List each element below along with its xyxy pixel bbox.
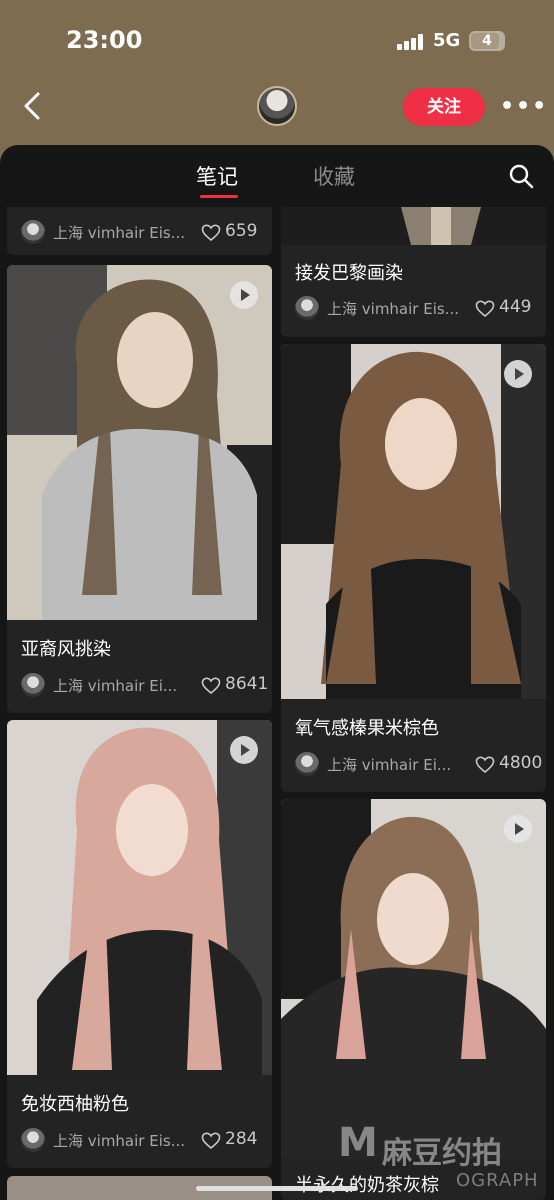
video-play-icon: [230, 281, 258, 309]
heart-icon[interactable]: [475, 299, 495, 319]
profile-avatar[interactable]: [257, 86, 297, 126]
heart-icon[interactable]: [201, 223, 221, 243]
note-card[interactable]: 亚裔风挑染 上海 vimhair Ei... 8641: [7, 265, 272, 713]
note-card[interactable]: 上海 vimhair Eis... 659: [7, 207, 272, 255]
card-meta: 上海 vimhair Eis... 449: [295, 296, 535, 322]
note-cover-image: [281, 207, 546, 245]
note-cover-image: [281, 799, 546, 1159]
watermark-subtext: OGRAPH: [456, 1170, 539, 1191]
top-nav: 关注 •••: [0, 80, 554, 145]
network-type: 5G: [433, 30, 461, 51]
video-play-icon: [230, 736, 258, 764]
active-tab-indicator: [200, 195, 238, 198]
video-play-icon: [504, 815, 532, 843]
heart-icon[interactable]: [201, 1131, 221, 1151]
author-name[interactable]: 上海 vimhair Ei...: [327, 754, 451, 775]
author-name[interactable]: 上海 vimhair Eis...: [327, 298, 459, 319]
note-cover-image: [7, 265, 272, 620]
author-avatar[interactable]: [295, 752, 319, 776]
note-card[interactable]: 接发巴黎画染 上海 vimhair Eis... 449: [281, 207, 546, 337]
note-title: 免妆西柚粉色: [21, 1094, 129, 1115]
author-avatar[interactable]: [295, 296, 319, 320]
tab-notes[interactable]: 笔记: [196, 161, 238, 191]
content-panel: 笔记 收藏 上海 vimhair Eis... 659 亚裔风挑染 上海 vim…: [0, 145, 554, 1200]
author-name[interactable]: 上海 vimhair Eis...: [53, 1130, 185, 1151]
note-card[interactable]: 氧气感榛果米棕色 上海 vimhair Ei... 4800: [281, 344, 546, 792]
back-arrow-icon[interactable]: [18, 90, 50, 122]
like-count: 449: [499, 297, 532, 317]
heart-icon[interactable]: [475, 755, 495, 775]
author-name[interactable]: 上海 vimhair Ei...: [53, 675, 177, 696]
watermark-text: 麻豆约拍: [382, 1136, 502, 1171]
like-count: 8641: [225, 674, 269, 694]
note-cover-image: [7, 720, 272, 1075]
watermark: M 麻豆约拍 OGRAPH: [330, 1120, 554, 1200]
like-count: 284: [225, 1129, 258, 1149]
author-avatar[interactable]: [21, 673, 45, 697]
like-count: 659: [225, 221, 258, 241]
author-avatar[interactable]: [21, 1128, 45, 1152]
battery-icon: 4: [469, 31, 505, 51]
more-options-icon[interactable]: •••: [500, 94, 548, 119]
tab-bar: 笔记 收藏: [0, 145, 554, 207]
tab-favorites[interactable]: 收藏: [313, 161, 355, 191]
note-title: 氧气感榛果米棕色: [295, 718, 439, 739]
card-meta: 上海 vimhair Ei... 4800: [295, 752, 542, 778]
signal-icon: [397, 34, 425, 50]
card-meta: 上海 vimhair Eis... 284: [21, 1128, 261, 1154]
note-title: 亚裔风挑染: [21, 639, 111, 660]
card-meta: 上海 vimhair Eis... 659: [21, 220, 261, 246]
like-count: 4800: [499, 753, 543, 773]
home-indicator: [196, 1186, 358, 1191]
watermark-logo: M: [338, 1120, 378, 1166]
follow-button[interactable]: 关注: [403, 88, 485, 126]
note-title: 接发巴黎画染: [295, 263, 403, 284]
search-icon[interactable]: [508, 163, 534, 189]
battery-level: 4: [482, 33, 492, 49]
status-time: 23:00: [66, 26, 143, 54]
author-avatar[interactable]: [21, 220, 45, 244]
status-bar: 23:00 5G 4: [0, 0, 554, 80]
author-name[interactable]: 上海 vimhair Eis...: [53, 222, 185, 243]
card-meta: 上海 vimhair Ei... 8641: [21, 673, 268, 699]
note-card[interactable]: 免妆西柚粉色 上海 vimhair Eis... 284: [7, 720, 272, 1168]
video-play-icon: [504, 360, 532, 388]
heart-icon[interactable]: [201, 676, 221, 696]
note-cover-image: [281, 344, 546, 699]
